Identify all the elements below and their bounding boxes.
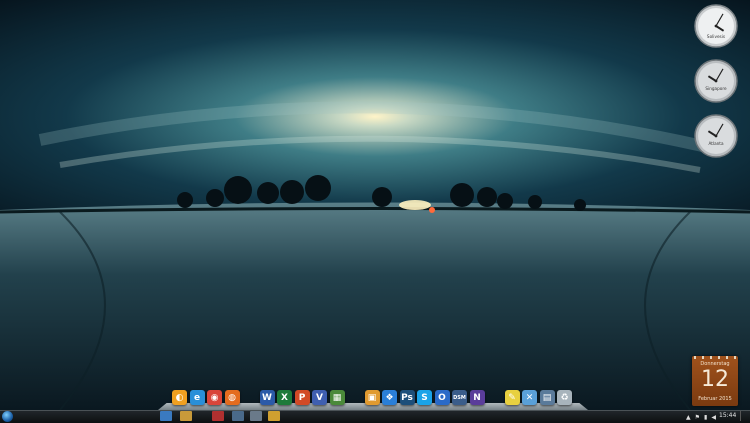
clock-city-label: Solivesis <box>707 34 725 39</box>
volume-icon[interactable]: ◀ <box>711 414 716 421</box>
taskbar-explorer[interactable] <box>160 411 172 421</box>
clock-gadget-2[interactable]: Singapore <box>694 59 738 103</box>
dock: ◐ e ◉ ◍ W X P V ▦ ▣ ❖ Ps S O DSM N ✎ ✕ ▤ ♻ <box>158 388 588 410</box>
taskbar-media[interactable] <box>212 411 224 421</box>
network-tray-icon[interactable]: ▮ <box>704 414 707 421</box>
recycle-bin-icon[interactable]: ♻ <box>557 390 572 405</box>
taskbar-app1[interactable] <box>232 411 244 421</box>
clip-icon[interactable]: ◐ <box>172 390 187 405</box>
calendar-gadget[interactable]: Donnerstag 12 Februar 2015 <box>692 356 738 406</box>
clock-face-icon: Singapore <box>694 59 738 103</box>
clock-city-label: Singapore <box>705 86 727 91</box>
network-icon[interactable]: ▤ <box>539 390 555 405</box>
clock-city-label: Atlanta <box>708 141 723 146</box>
clock-gadget-1[interactable]: Solivesis <box>694 4 738 48</box>
show-desktop-button[interactable] <box>740 411 749 421</box>
wallpaper <box>0 0 750 410</box>
notes-icon[interactable]: ✎ <box>504 390 520 405</box>
taskbar-clock[interactable]: 15:44 <box>719 412 736 419</box>
tray-arrow-icon[interactable]: ▲ <box>686 414 691 421</box>
chrome-icon[interactable]: ◉ <box>207 390 222 405</box>
calendar-day: 12 <box>701 367 729 392</box>
taskbar-app3[interactable] <box>268 411 280 421</box>
project-icon[interactable]: ▦ <box>329 390 345 405</box>
system-tray: ▲ ⚑ ▮ ◀ <box>686 412 716 422</box>
desktop: Solivesis Singapore Atlanta Donnerstag 1… <box>0 0 750 410</box>
folder-icon[interactable]: ▣ <box>364 390 380 405</box>
skype-icon[interactable]: S <box>417 390 432 405</box>
start-button[interactable] <box>2 411 13 422</box>
clock-face-icon: Atlanta <box>694 114 738 158</box>
taskbar <box>0 410 750 423</box>
visio-icon[interactable]: V <box>312 390 327 405</box>
excel-icon[interactable]: X <box>277 390 292 405</box>
taskbar-folder[interactable] <box>180 411 192 421</box>
clock-face-icon: Solivesis <box>694 4 738 48</box>
word-icon[interactable]: W <box>259 390 275 405</box>
firefox-icon[interactable]: ◍ <box>224 390 240 405</box>
taskbar-app2[interactable] <box>250 411 262 421</box>
calendar-month-year: Februar 2015 <box>698 396 732 402</box>
photoshop-icon[interactable]: Ps <box>399 390 415 405</box>
dsm-icon[interactable]: DSM <box>452 390 467 405</box>
clock-gadget-3[interactable]: Atlanta <box>694 114 738 158</box>
onenote-icon[interactable]: N <box>469 390 485 405</box>
calendar-rings <box>694 356 736 359</box>
powerpoint-icon[interactable]: P <box>294 390 310 405</box>
outlook-icon[interactable]: O <box>434 390 450 405</box>
tools-icon[interactable]: ✕ <box>522 390 537 405</box>
dropbox-icon[interactable]: ❖ <box>382 390 397 405</box>
internet-explorer-icon[interactable]: e <box>189 390 205 405</box>
flag-icon[interactable]: ⚑ <box>695 414 700 421</box>
